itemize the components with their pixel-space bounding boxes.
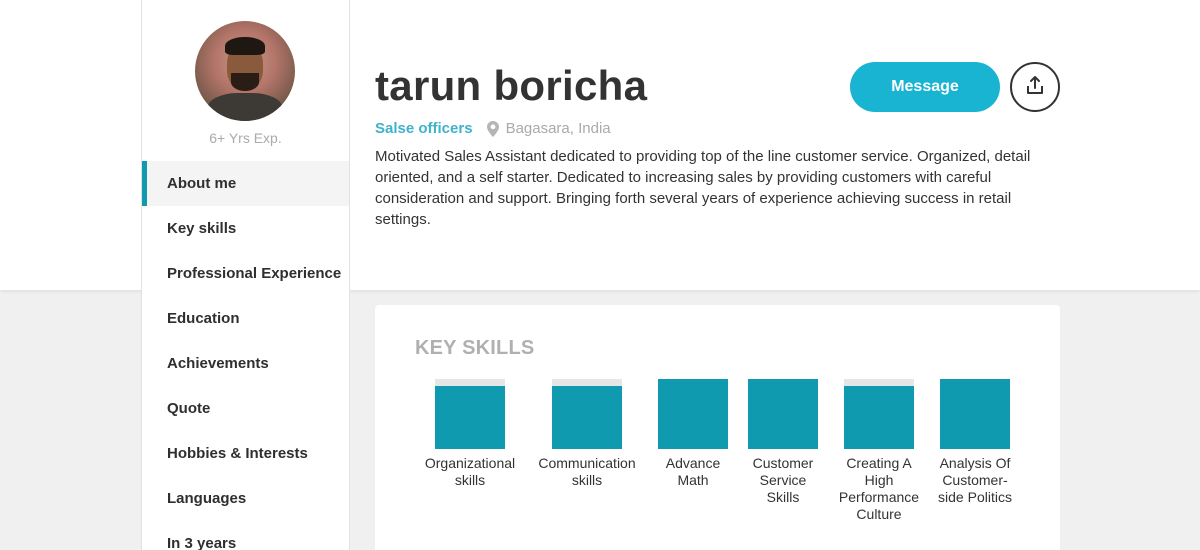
job-title-link[interactable]: Salse officers xyxy=(375,120,473,137)
share-icon xyxy=(1025,75,1045,100)
sidebar-item-professional-experience[interactable]: Professional Experience xyxy=(142,251,349,296)
skill-bar xyxy=(748,379,818,449)
message-button[interactable]: Message xyxy=(850,62,1000,112)
sidebar-item-about-me[interactable]: About me xyxy=(142,161,349,206)
skill-item: Organizational skills xyxy=(415,379,525,489)
avatar xyxy=(195,21,295,121)
sidebar-item-in-3-years[interactable]: In 3 years xyxy=(142,521,349,550)
sidebar-item-quote[interactable]: Quote xyxy=(142,386,349,431)
key-skills-heading: KEY SKILLS xyxy=(415,337,535,359)
skill-bar xyxy=(844,379,914,449)
skill-bar xyxy=(552,379,622,449)
location-pin-icon xyxy=(486,120,499,137)
location-text: Bagasara, India xyxy=(505,120,611,137)
skill-item: Customer Service Skills xyxy=(738,379,828,506)
skill-item: Creating A High Performance Culture xyxy=(834,379,924,523)
sidebar-item-hobbies-interests[interactable]: Hobbies & Interests xyxy=(142,431,349,476)
skill-label: Creating A High Performance Culture xyxy=(838,455,920,522)
sidebar-nav: About me Key skills Professional Experie… xyxy=(142,161,349,550)
experience-label: 6+ Yrs Exp. xyxy=(209,130,282,146)
sidebar-item-achievements[interactable]: Achievements xyxy=(142,341,349,386)
profile-meta: Salse officers Bagasara, India xyxy=(375,120,611,137)
skill-item: Communication skills xyxy=(532,379,642,489)
key-skills-card: KEY SKILLS Organizational skills Communi… xyxy=(375,305,1060,550)
skill-item: Analysis Of Customer-side Politics xyxy=(930,379,1020,506)
skill-bar xyxy=(658,379,728,449)
sidebar: 6+ Yrs Exp. About me Key skills Professi… xyxy=(141,0,350,550)
sidebar-item-languages[interactable]: Languages xyxy=(142,476,349,521)
skill-bar xyxy=(435,379,505,449)
profile-name: tarun boricha xyxy=(375,62,648,109)
skill-label: Communication skills xyxy=(538,455,636,488)
sidebar-item-education[interactable]: Education xyxy=(142,296,349,341)
share-button[interactable] xyxy=(1010,62,1060,112)
sidebar-item-key-skills[interactable]: Key skills xyxy=(142,206,349,251)
skill-label: Analysis Of Customer-side Politics xyxy=(938,455,1012,505)
skill-item: Advance Math xyxy=(648,379,738,489)
skill-label: Advance Math xyxy=(665,455,721,488)
profile-bio: Motivated Sales Assistant dedicated to p… xyxy=(375,148,1031,228)
skill-bar xyxy=(940,379,1010,449)
skill-label: Customer Service Skills xyxy=(752,455,814,505)
skill-label: Organizational skills xyxy=(424,455,516,488)
